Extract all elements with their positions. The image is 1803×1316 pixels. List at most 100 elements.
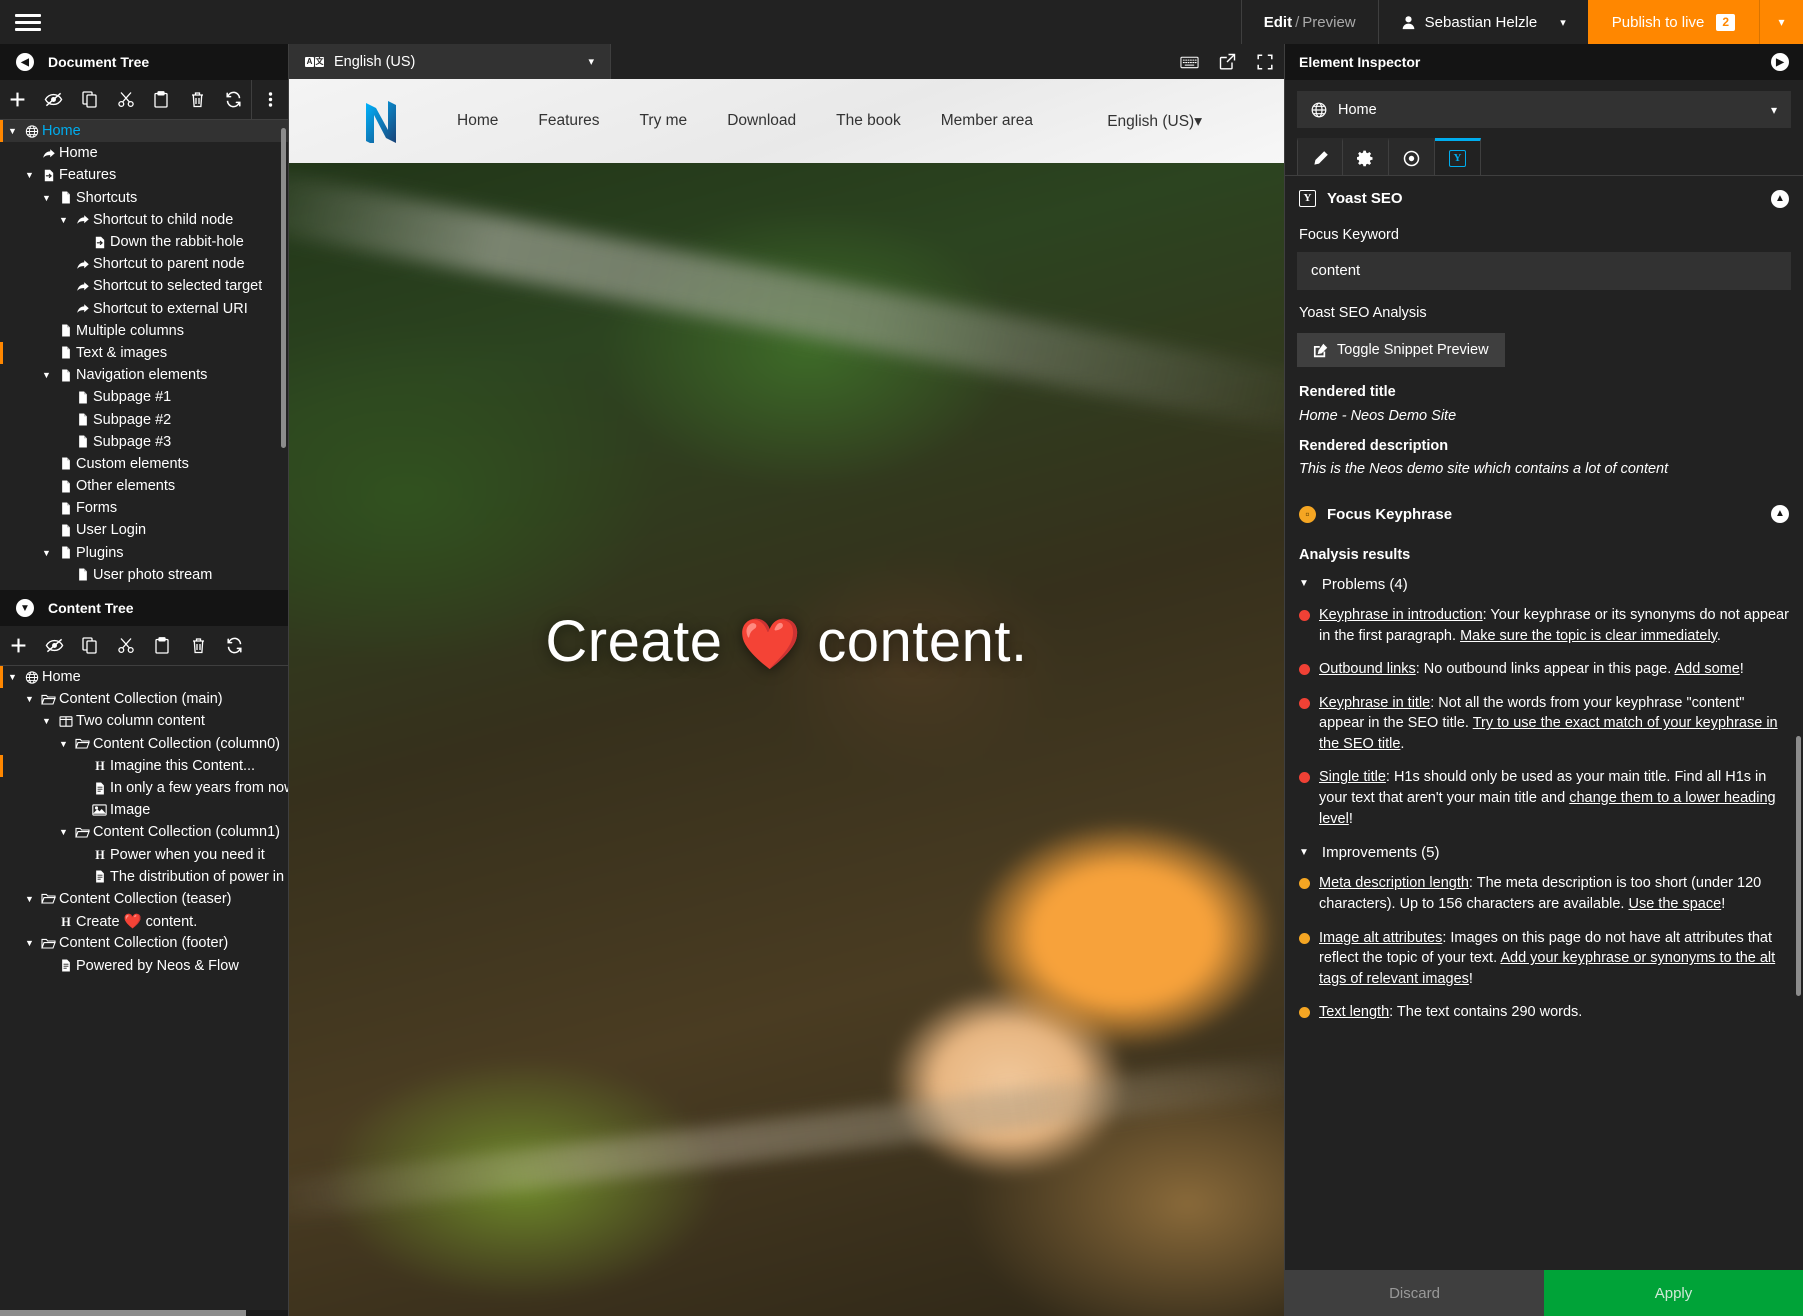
tree-node[interactable]: ▼ Plugins — [0, 542, 288, 564]
tree-node[interactable]: ▼Down the rabbit-hole — [0, 231, 288, 253]
tree-node[interactable]: ▼Subpage #3 — [0, 431, 288, 453]
chevron-down-icon[interactable]: ▼ — [38, 370, 55, 380]
chevron-down-icon[interactable]: ▼ — [4, 672, 21, 682]
cut-content-button[interactable] — [108, 637, 144, 654]
site-language-switch[interactable]: English (US)▾ — [1107, 112, 1202, 131]
tree-node[interactable]: ▼ Content Collection (column0) — [0, 733, 288, 755]
chevron-right-icon[interactable]: ▶ — [1771, 53, 1789, 71]
tree-node[interactable]: ▼User Login — [0, 519, 288, 541]
toggle-hidden-content-button[interactable] — [36, 637, 72, 654]
tree-node[interactable]: ▼Image — [0, 799, 288, 821]
analysis-result-link[interactable]: Outbound links — [1319, 661, 1416, 677]
analysis-result-action-link[interactable]: Use the space — [1628, 896, 1721, 912]
tree-node[interactable]: ▼Home — [0, 666, 288, 689]
chevron-down-icon[interactable]: ▼ — [38, 716, 55, 726]
site-nav-link-2[interactable]: Try me — [620, 112, 708, 130]
paste-content-button[interactable] — [144, 637, 180, 654]
delete-content-button[interactable] — [180, 637, 216, 654]
delete-node-button[interactable] — [179, 91, 215, 108]
tab-yoast-seo[interactable]: Y — [1435, 138, 1481, 175]
yoast-seo-section-header[interactable]: Y Yoast SEO ▲ — [1297, 176, 1791, 219]
hero-headline[interactable]: Create ❤️ content. — [289, 608, 1284, 675]
tree-node[interactable]: ▼User photo stream — [0, 564, 288, 586]
tree-node[interactable]: ▼ Content Collection (footer) — [0, 932, 288, 954]
tree-node[interactable]: ▼ Features — [0, 164, 288, 186]
analysis-group-header[interactable]: ▼ Improvements (5) — [1299, 842, 1789, 863]
tree-node[interactable]: ▼Home — [0, 120, 288, 143]
publish-options-button[interactable]: ▾ — [1759, 0, 1803, 44]
main-menu-toggle[interactable] — [0, 0, 56, 44]
document-tree[interactable]: ▼Home▼Home▼Features▼Shortcuts▼Shortcut t… — [0, 120, 288, 590]
add-node-button[interactable] — [0, 91, 36, 108]
publish-to-live-button[interactable]: Publish to live 2 — [1587, 0, 1759, 44]
tree-node[interactable]: ▼ Content Collection (column1) — [0, 821, 288, 843]
tree-node[interactable]: ▼Subpage #1 — [0, 386, 288, 408]
site-nav-link-4[interactable]: The book — [816, 112, 921, 130]
chevron-down-icon[interactable]: ▼ — [21, 938, 38, 948]
content-tree-header[interactable]: ▼ Content Tree — [0, 590, 288, 626]
analysis-result-action-link[interactable]: Add some — [1675, 661, 1740, 677]
chevron-down-icon[interactable]: ▼ — [21, 694, 38, 704]
toggle-snippet-preview-button[interactable]: Toggle Snippet Preview — [1297, 333, 1505, 368]
chevron-up-icon[interactable]: ▲ — [1771, 505, 1789, 524]
tree-node[interactable]: ▼ Content Collection (main) — [0, 688, 288, 710]
tree-node[interactable]: ▼HPower when you need it — [0, 844, 288, 866]
open-in-new-window-icon[interactable] — [1208, 44, 1246, 79]
tree-node[interactable]: ▼ Shortcuts — [0, 187, 288, 209]
tab-content[interactable] — [1297, 138, 1343, 175]
tree-node[interactable]: ▼ Two column content — [0, 710, 288, 732]
tree-node[interactable]: ▼Other elements — [0, 475, 288, 497]
cut-node-button[interactable] — [108, 91, 144, 108]
tab-target[interactable] — [1389, 138, 1435, 175]
site-nav-link-5[interactable]: Member area — [921, 112, 1053, 130]
analysis-result-action-link[interactable]: Make sure the topic is clear immediately — [1460, 628, 1717, 644]
tree-node[interactable]: ▼HCreate ❤️ content. — [0, 910, 288, 932]
analysis-result-action-link[interactable]: Add your keyphrase or synonyms to the al… — [1319, 950, 1775, 987]
analysis-result-link[interactable]: Text length — [1319, 1004, 1389, 1020]
tree-node[interactable]: ▼In only a few years from now, — [0, 777, 288, 799]
tree-node[interactable]: ▼Subpage #2 — [0, 408, 288, 430]
analysis-result-link[interactable]: Keyphrase in title — [1319, 695, 1430, 711]
analysis-result-action-link[interactable]: Try to use the exact match of your keyph… — [1319, 715, 1778, 752]
tree-node[interactable]: ▼Shortcut to external URI — [0, 298, 288, 320]
chevron-up-icon[interactable]: ▲ — [1771, 189, 1789, 208]
analysis-result-link[interactable]: Keyphrase in introduction — [1319, 607, 1483, 623]
focus-keyword-input[interactable] — [1297, 251, 1791, 290]
user-menu-button[interactable]: Sebastian Helzle ▾ — [1377, 0, 1588, 44]
tree-node[interactable]: ▼ Shortcut to child node — [0, 209, 288, 231]
site-nav-link-0[interactable]: Home — [437, 112, 518, 130]
add-content-button[interactable] — [0, 637, 36, 654]
document-tree-header[interactable]: ◀ Document Tree — [0, 44, 288, 80]
analysis-result-link[interactable]: Meta description length — [1319, 875, 1469, 891]
chevron-down-icon[interactable]: ▼ — [38, 193, 55, 203]
edit-preview-toggle[interactable]: Edit / Preview — [1240, 0, 1378, 44]
inspector-scrollbar[interactable] — [1796, 736, 1801, 996]
chevron-down-icon[interactable]: ▼ — [55, 739, 72, 749]
analysis-result-link[interactable]: Image alt attributes — [1319, 930, 1442, 946]
apply-button[interactable]: Apply — [1544, 1270, 1803, 1316]
chevron-down-icon[interactable]: ▼ — [4, 126, 21, 136]
fullscreen-icon[interactable] — [1246, 44, 1284, 79]
chevron-down-icon[interactable]: ▼ — [21, 894, 38, 904]
tree-node[interactable]: ▼Powered by Neos & Flow — [0, 954, 288, 976]
tab-settings[interactable] — [1343, 138, 1389, 175]
tree-node[interactable]: ▼ Content Collection (teaser) — [0, 888, 288, 910]
tree-node[interactable]: ▼Shortcut to parent node — [0, 253, 288, 275]
chevron-down-icon[interactable]: ▼ — [38, 548, 55, 558]
chevron-down-icon[interactable]: ▼ — [55, 215, 72, 225]
tree-node[interactable]: ▼Custom elements — [0, 453, 288, 475]
analysis-result-link[interactable]: Single title — [1319, 769, 1386, 785]
tree-node[interactable]: ▼Home — [0, 142, 288, 164]
site-nav-link-1[interactable]: Features — [518, 112, 619, 130]
inspected-node-select[interactable]: Home ▾ — [1297, 91, 1791, 128]
analysis-result-action-link[interactable]: change them to a lower heading level — [1319, 790, 1776, 827]
tree-node[interactable]: ▼Text & images — [0, 341, 288, 365]
site-nav-link-3[interactable]: Download — [707, 112, 816, 130]
content-tree[interactable]: ▼ Home ▼ Content Collection (main) ▼ Two colu… — [0, 666, 288, 1316]
refresh-tree-button[interactable] — [215, 91, 251, 108]
copy-content-button[interactable] — [72, 637, 108, 654]
chevron-down-icon[interactable]: ▼ — [55, 827, 72, 837]
focus-keyphrase-section-header[interactable]: ▫ Focus Keyphrase ▲ — [1297, 488, 1791, 535]
tree-node[interactable]: ▼Forms — [0, 497, 288, 519]
document-tree-scrollbar[interactable] — [281, 128, 286, 448]
